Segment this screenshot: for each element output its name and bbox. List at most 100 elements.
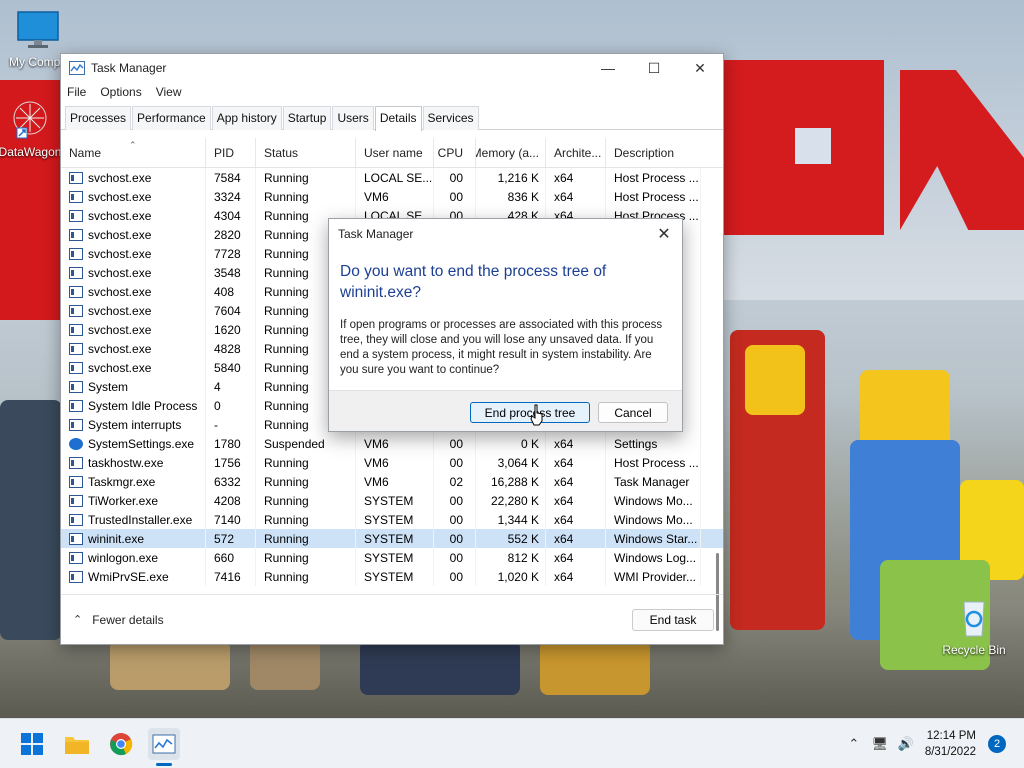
cell-name: TiWorker.exe — [61, 491, 206, 510]
column-header-cpu[interactable]: CPU — [434, 138, 476, 167]
table-row[interactable]: svchost.exe 3324 Running VM6 00 836 Kx64 Host … — [61, 187, 723, 206]
cell-description: Windows Mo... — [606, 491, 701, 510]
process-name: System — [88, 379, 129, 394]
column-header-architecture[interactable]: Archite... — [546, 138, 606, 167]
volume-icon[interactable]: 🔊 — [895, 733, 917, 755]
tab-app-history[interactable]: App history — [211, 106, 282, 130]
table-row[interactable]: winlogon.exe 660 Running SYSTEM 00 812 Kx64 Wi… — [61, 548, 723, 567]
cell-user-name: VM6 — [356, 187, 434, 206]
process-name: svchost.exe — [88, 189, 152, 204]
chrome-button[interactable] — [105, 728, 137, 760]
cell-pid: 7140 — [206, 510, 256, 529]
tab-details[interactable]: Details — [374, 106, 422, 131]
column-header-memory[interactable]: Memory (a... — [476, 138, 546, 167]
cell-name: SystemSettings.exe — [61, 434, 206, 453]
minimize-button[interactable]: — — [585, 54, 631, 82]
cell-pid: 4208 — [206, 491, 256, 510]
network-icon[interactable]: 🖥 — [869, 733, 891, 755]
cell-description: Settings — [606, 434, 701, 453]
column-header-user-name[interactable]: User name — [356, 138, 434, 167]
chevron-up-icon[interactable]: ⌃ — [843, 733, 865, 755]
process-icon — [69, 532, 83, 545]
start-button[interactable] — [16, 728, 48, 760]
desktop-icon-label: Recycle Bin — [942, 643, 1006, 657]
tab-processes[interactable]: Processes — [65, 106, 132, 130]
system-tray: ⌃ 🖥 🔊 12:14 PM 8/31/2022 2 — [839, 719, 1024, 768]
end-task-button[interactable]: End task — [632, 609, 714, 631]
cell-user-name: VM6 — [356, 434, 434, 453]
menu-file[interactable]: File — [67, 85, 86, 99]
cancel-button[interactable]: Cancel — [598, 402, 668, 423]
cell-user-name: SYSTEM — [356, 510, 434, 529]
window-title: Task Manager — [91, 61, 167, 75]
cell-architecture: x64 — [546, 472, 606, 491]
table-row[interactable]: Taskmgr.exe 6332 Running VM6 02 16,288 Kx64 Ta… — [61, 472, 723, 491]
table-row[interactable]: WmiPrvSE.exe 7416 Running SYSTEM 00 1,020 Kx6… — [61, 567, 723, 586]
cell-name: svchost.exe — [61, 225, 206, 244]
table-row[interactable]: taskhostw.exe 1756 Running VM6 00 3,064 Kx64 H… — [61, 453, 723, 472]
cell-description: Host Process ... — [606, 168, 701, 187]
tab-services[interactable]: Services — [422, 106, 479, 130]
tab-startup[interactable]: Startup — [282, 106, 332, 130]
table-row[interactable]: SystemSettings.exe 1780 Suspended VM6 00 0 Kx… — [61, 434, 723, 453]
process-icon — [69, 380, 83, 393]
desktop-icon-label: DataWagon — [0, 145, 62, 159]
cell-description: Windows Log... — [606, 548, 701, 567]
cell-user-name: SYSTEM — [356, 529, 434, 548]
desktop-icon-datawagon[interactable]: DataWagon — [0, 100, 66, 159]
file-explorer-button[interactable] — [61, 728, 93, 760]
clock[interactable]: 12:14 PM 8/31/2022 — [925, 728, 976, 760]
cell-architecture: x64 — [546, 567, 606, 586]
cell-memory: 1,344 K — [476, 510, 546, 529]
dialog-close-button[interactable]: ✕ — [646, 219, 682, 249]
process-name: System interrupts — [88, 417, 182, 432]
task-manager-taskbar-button[interactable] — [148, 728, 180, 760]
process-icon — [69, 171, 83, 184]
maximize-button[interactable]: ☐ — [631, 54, 677, 82]
cell-architecture: x64 — [546, 434, 606, 453]
process-icon — [69, 475, 83, 488]
table-row[interactable]: TiWorker.exe 4208 Running SYSTEM 00 22,280 Kx… — [61, 491, 723, 510]
process-name: svchost.exe — [88, 246, 152, 261]
column-header-description[interactable]: Description — [606, 138, 701, 167]
process-icon — [69, 285, 83, 298]
desktop-icon-recycle-bin[interactable]: Recycle Bin — [938, 598, 1010, 657]
process-icon — [69, 361, 83, 374]
menu-view[interactable]: View — [156, 85, 182, 99]
cell-pid: 0 — [206, 396, 256, 415]
menu-options[interactable]: Options — [100, 85, 141, 99]
column-header-pid[interactable]: PID — [206, 138, 256, 167]
cell-pid: 408 — [206, 282, 256, 301]
table-row[interactable]: wininit.exe 572 Running SYSTEM 00 552 Kx64 Win… — [61, 529, 723, 548]
cell-status: Running — [256, 529, 356, 548]
dialog-message: If open programs or processes are associ… — [340, 319, 663, 376]
vertical-scrollbar[interactable] — [715, 168, 719, 631]
tab-bar: Processes Performance App history Startu… — [61, 106, 723, 131]
process-name: svchost.exe — [88, 303, 152, 318]
cell-architecture: x64 — [546, 548, 606, 567]
notification-badge[interactable]: 2 — [988, 735, 1006, 753]
title-bar[interactable]: Task Manager — ☐ ✕ — [61, 54, 723, 82]
column-header-status[interactable]: Status — [256, 138, 356, 167]
tab-performance[interactable]: Performance — [132, 106, 211, 130]
table-row[interactable]: svchost.exe 7584 Running LOCAL SE... 00 1,216… — [61, 168, 723, 187]
cell-user-name: SYSTEM — [356, 491, 434, 510]
tab-users[interactable]: Users — [332, 106, 374, 130]
close-button[interactable]: ✕ — [677, 54, 723, 82]
process-icon — [69, 418, 83, 431]
table-row[interactable]: TrustedInstaller.exe 7140 Running SYSTEM 00 1… — [61, 510, 723, 529]
dialog-title-bar[interactable]: Task Manager ✕ — [329, 219, 682, 249]
cell-pid: 4304 — [206, 206, 256, 225]
end-process-tree-dialog: Task Manager ✕ Do you want to end the pr… — [328, 218, 683, 432]
dialog-heading: Do you want to end the process tree of w… — [340, 263, 607, 301]
cell-pid: 2820 — [206, 225, 256, 244]
cell-cpu: 00 — [434, 510, 476, 529]
process-icon — [69, 190, 83, 203]
process-icon — [69, 247, 83, 260]
chevron-up-icon: ⌃ — [73, 614, 83, 626]
cell-name: svchost.exe — [61, 206, 206, 225]
cell-memory: 22,280 K — [476, 491, 546, 510]
process-icon — [69, 399, 83, 412]
fewer-details-toggle[interactable]: ⌃ Fewer details — [73, 613, 164, 627]
chrome-icon — [110, 733, 133, 756]
